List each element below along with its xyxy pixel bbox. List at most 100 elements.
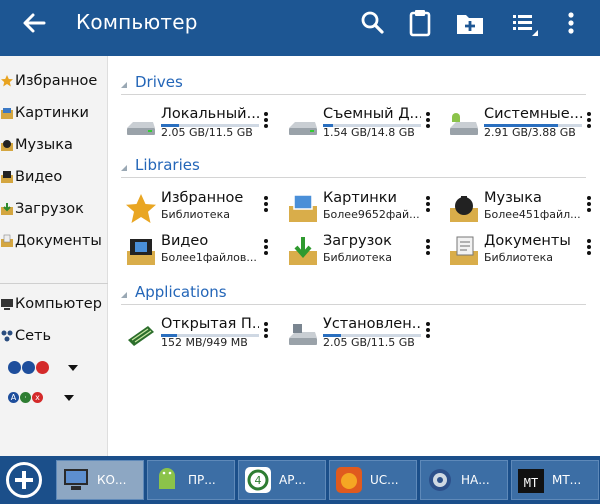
task-programs[interactable]: ПР...: [147, 460, 235, 500]
more-vert-icon[interactable]: [423, 239, 433, 261]
chevron-down-icon[interactable]: [64, 394, 74, 401]
pictures-icon: [1, 108, 13, 119]
more-vert-icon[interactable]: [584, 112, 594, 134]
star-icon: [126, 194, 156, 223]
section-title: Drives: [135, 73, 183, 91]
more-vert-icon[interactable]: [423, 196, 433, 218]
documents-icon: [1, 234, 13, 247]
library-item[interactable]: Избранное Библиотека: [121, 188, 277, 232]
task-label: UC...: [370, 473, 399, 487]
account-x-icon: x: [32, 392, 43, 403]
item-name: Видео: [161, 233, 209, 249]
item-size: 2.05 GB/11.5 GB: [161, 126, 253, 139]
item-name: Документы: [484, 233, 571, 249]
more-vert-icon[interactable]: [556, 8, 586, 38]
task-mt[interactable]: MT МТ...: [511, 460, 599, 500]
taskbar: КО... ПР... 4 АР... UC... НА... MT МТ...: [0, 456, 600, 504]
account-cloud-icon: ·: [20, 392, 31, 403]
application-item[interactable]: Открытая П... 152 MB/949 MB: [121, 314, 277, 358]
drive-item[interactable]: Локальный... 2.05 GB/11.5 GB: [121, 104, 277, 148]
section-applications: Applications: [121, 282, 591, 305]
task-settings[interactable]: НА...: [420, 460, 508, 500]
settings-gear-icon: [429, 469, 451, 491]
sidebar-item-label: Музыка: [15, 137, 73, 153]
sidebar-item-network[interactable]: Сеть: [0, 321, 108, 351]
sidebar-item-music[interactable]: Музыка: [0, 130, 108, 160]
library-item[interactable]: Картинки Более9652фай...: [283, 188, 439, 232]
more-vert-icon[interactable]: [261, 196, 271, 218]
back-arrow-icon[interactable]: [20, 9, 48, 37]
sidebar-item-label: Документы: [15, 233, 102, 249]
item-size: 2.05 GB/11.5 GB: [323, 336, 415, 349]
item-name: Установлен...: [323, 316, 421, 332]
computer-icon: [1, 299, 13, 310]
downloads-icon: [1, 203, 13, 215]
sidebar-item-label: Видео: [15, 169, 63, 185]
add-window-button[interactable]: [6, 462, 42, 498]
drive-item[interactable]: Съемный Д... 1.54 GB/14.8 GB: [283, 104, 439, 148]
more-vert-icon[interactable]: [423, 322, 433, 344]
removable-drive-icon: [289, 122, 317, 135]
clipboard-icon[interactable]: [405, 8, 435, 38]
more-vert-icon[interactable]: [423, 112, 433, 134]
account-dot-icon: [22, 361, 35, 374]
library-item[interactable]: Документы Библиотека: [444, 231, 600, 275]
pictures-icon: [289, 194, 317, 222]
uc-browser-icon: [336, 467, 362, 493]
item-size: 2.91 GB/3.88 GB: [484, 126, 576, 139]
chevron-down-icon[interactable]: [68, 364, 78, 371]
library-item[interactable]: Видео Более1файлов...: [121, 231, 277, 275]
video-icon: [127, 239, 155, 265]
new-folder-icon[interactable]: [455, 8, 485, 38]
drive-item[interactable]: Системные... 2.91 GB/3.88 GB: [444, 104, 600, 148]
section-collapse-icon[interactable]: [121, 165, 127, 171]
sidebar-item-documents[interactable]: Документы: [0, 226, 108, 256]
search-icon[interactable]: [358, 8, 388, 38]
item-name: Музыка: [484, 190, 542, 206]
music-icon: [1, 140, 13, 151]
item-name: Открытая П...: [161, 316, 259, 332]
item-subtitle: Библиотека: [484, 251, 553, 264]
sidebar-item-label: Загрузок: [15, 201, 84, 217]
more-vert-icon[interactable]: [261, 112, 271, 134]
library-item[interactable]: Загрузок Библиотека: [283, 231, 439, 275]
task-label: НА...: [461, 473, 490, 487]
more-vert-icon[interactable]: [261, 322, 271, 344]
item-name: Избранное: [161, 190, 244, 206]
item-size: 152 MB/949 MB: [161, 336, 248, 349]
section-divider: [121, 304, 586, 305]
more-vert-icon[interactable]: [584, 239, 594, 261]
system-drive-icon: [450, 113, 478, 135]
sidebar-item-pictures[interactable]: Картинки: [0, 98, 108, 128]
music-icon: [450, 196, 478, 222]
memory-card-icon: [128, 326, 154, 346]
sidebar-item-computer[interactable]: Компьютер: [0, 289, 108, 319]
downloads-icon: [289, 237, 317, 265]
account-a-icon: A: [8, 392, 19, 403]
account-row-1[interactable]: [8, 361, 78, 374]
sidebar-item-downloads[interactable]: Загрузок: [0, 194, 108, 224]
sidebar-item-label: Сеть: [15, 328, 52, 344]
section-title: Libraries: [135, 156, 200, 174]
task-computer[interactable]: КО...: [56, 460, 144, 500]
sidebar-item-label: Картинки: [15, 105, 89, 121]
app-bar: Компьютер: [0, 0, 600, 56]
item-name: Системные...: [484, 106, 582, 122]
item-subtitle: Более9652фай...: [323, 208, 420, 221]
sidebar-item-favorites[interactable]: Избранное: [0, 66, 108, 96]
item-name: Картинки: [323, 190, 397, 206]
application-item[interactable]: Установлен... 2.05 GB/11.5 GB: [283, 314, 439, 358]
task-uc[interactable]: UC...: [329, 460, 417, 500]
more-vert-icon[interactable]: [261, 239, 271, 261]
sidebar-item-video[interactable]: Видео: [0, 162, 108, 192]
section-collapse-icon[interactable]: [121, 82, 127, 88]
account-row-2[interactable]: A · x: [8, 392, 74, 403]
account-dot-icon: [8, 361, 21, 374]
section-title: Applications: [135, 283, 227, 301]
library-item[interactable]: Музыка Более451файл...: [444, 188, 600, 232]
section-collapse-icon[interactable]: [121, 292, 127, 298]
task-apk[interactable]: 4 АР...: [238, 460, 326, 500]
more-vert-icon[interactable]: [584, 196, 594, 218]
mt-icon: MT: [518, 469, 544, 493]
list-view-icon[interactable]: [510, 8, 540, 38]
